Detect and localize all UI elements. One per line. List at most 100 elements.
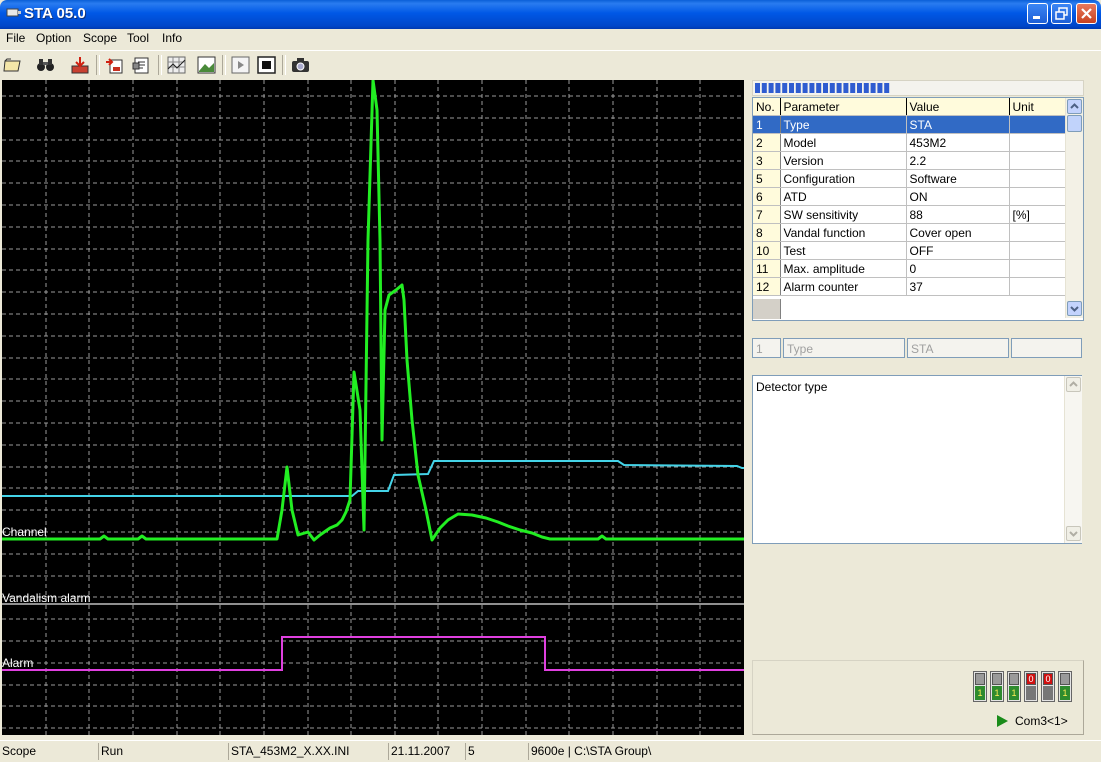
- edit-parameter-field[interactable]: Type: [783, 338, 905, 358]
- alarm-label: Alarm: [2, 656, 34, 670]
- dip-switch-top: [975, 673, 985, 685]
- cell-unit[interactable]: [1009, 133, 1066, 152]
- dip-switch[interactable]: 0: [1041, 671, 1055, 702]
- cell-value[interactable]: 453M2: [906, 133, 1010, 152]
- table-row[interactable]: 8 Vandal function Cover open: [753, 223, 1066, 242]
- upload-button[interactable]: [104, 54, 127, 76]
- description-scrollbar[interactable]: [1064, 376, 1082, 543]
- grid-scrollbar[interactable]: [1065, 98, 1083, 318]
- scroll-down-button[interactable]: [1067, 301, 1082, 316]
- stop-button[interactable]: [255, 54, 278, 76]
- cell-parameter[interactable]: Model: [780, 133, 907, 152]
- cell-parameter[interactable]: ATD: [780, 187, 907, 206]
- close-button[interactable]: [1076, 3, 1097, 24]
- play-button[interactable]: [229, 54, 252, 76]
- cell-unit[interactable]: [1009, 169, 1066, 188]
- table-row[interactable]: 10 Test OFF: [753, 241, 1066, 260]
- table-row[interactable]: 11 Max. amplitude 0: [753, 259, 1066, 278]
- edit-value-field[interactable]: STA: [907, 338, 1009, 358]
- cell-no[interactable]: 6: [753, 187, 781, 206]
- cell-value[interactable]: ON: [906, 187, 1010, 206]
- cell-unit[interactable]: [1009, 115, 1066, 134]
- com-port-label[interactable]: Com3<1>: [1015, 714, 1068, 728]
- grid-settings-button[interactable]: [165, 54, 188, 76]
- camera-button[interactable]: [289, 54, 312, 76]
- cell-no[interactable]: 11: [753, 259, 781, 278]
- menu-file[interactable]: File: [6, 31, 25, 45]
- column-header-value[interactable]: Value: [906, 98, 1010, 116]
- cell-parameter[interactable]: SW sensitivity: [780, 205, 907, 224]
- cell-unit[interactable]: [%]: [1009, 205, 1066, 224]
- cell-value[interactable]: Software: [906, 169, 1010, 188]
- cell-value[interactable]: 88: [906, 205, 1010, 224]
- cell-no[interactable]: 7: [753, 205, 781, 224]
- cell-parameter[interactable]: Configuration: [780, 169, 907, 188]
- desc-scroll-down-button[interactable]: [1066, 526, 1081, 541]
- cell-value[interactable]: 37: [906, 277, 1010, 296]
- cell-no[interactable]: 2: [753, 133, 781, 152]
- status-date: 21.11.2007: [388, 743, 465, 760]
- progress-block: [857, 83, 862, 93]
- table-row[interactable]: 3 Version 2.2: [753, 151, 1066, 170]
- scroll-up-button[interactable]: [1067, 99, 1082, 114]
- column-header-no[interactable]: No.: [753, 98, 781, 116]
- dip-switch[interactable]: 1: [990, 671, 1004, 702]
- find-button[interactable]: [34, 54, 57, 76]
- column-header-parameter[interactable]: Parameter: [780, 98, 907, 116]
- cell-no[interactable]: 5: [753, 169, 781, 188]
- cell-no[interactable]: 12: [753, 277, 781, 296]
- menu-option[interactable]: Option: [36, 31, 71, 45]
- table-row[interactable]: 2 Model 453M2: [753, 133, 1066, 152]
- open-button[interactable]: [2, 54, 25, 76]
- cell-parameter[interactable]: Max. amplitude: [780, 259, 907, 278]
- scope-display[interactable]: Channel Vandalism alarm Alarm: [2, 80, 744, 735]
- progress-block: [870, 83, 876, 93]
- dip-switch[interactable]: 0: [1024, 671, 1038, 702]
- cell-parameter[interactable]: Vandal function: [780, 223, 907, 242]
- cell-unit[interactable]: [1009, 259, 1066, 278]
- download-button[interactable]: [69, 54, 92, 76]
- cell-no[interactable]: 3: [753, 151, 781, 170]
- description-box[interactable]: Detector type: [752, 375, 1082, 544]
- minimize-button[interactable]: [1027, 3, 1048, 24]
- cell-value[interactable]: OFF: [906, 241, 1010, 260]
- dip-switch[interactable]: 1: [973, 671, 987, 702]
- table-row[interactable]: 6 ATD ON: [753, 187, 1066, 206]
- cell-parameter[interactable]: Version: [780, 151, 907, 170]
- cell-value[interactable]: 2.2: [906, 151, 1010, 170]
- scroll-thumb[interactable]: [1067, 115, 1082, 132]
- dip-switch[interactable]: 1: [1058, 671, 1072, 702]
- cell-parameter[interactable]: Type: [780, 115, 907, 134]
- cell-unit[interactable]: [1009, 241, 1066, 260]
- cell-value[interactable]: STA: [906, 115, 1010, 134]
- column-header-unit[interactable]: Unit: [1009, 98, 1066, 116]
- menu-tool[interactable]: Tool: [127, 31, 149, 45]
- cell-no[interactable]: 10: [753, 241, 781, 260]
- restore-button[interactable]: [1051, 3, 1072, 24]
- table-row[interactable]: 12 Alarm counter 37: [753, 277, 1066, 296]
- cell-unit[interactable]: [1009, 223, 1066, 242]
- toolbar-separator: [282, 55, 286, 75]
- cell-no[interactable]: 1: [753, 115, 781, 134]
- cell-parameter[interactable]: Alarm counter: [780, 277, 907, 296]
- edit-unit-field[interactable]: [1011, 338, 1082, 358]
- menu-info[interactable]: Info: [162, 31, 182, 45]
- edit-no-field[interactable]: 1: [752, 338, 781, 358]
- dip-switch[interactable]: 1: [1007, 671, 1021, 702]
- cell-unit[interactable]: [1009, 151, 1066, 170]
- cell-unit[interactable]: [1009, 187, 1066, 206]
- cell-value[interactable]: Cover open: [906, 223, 1010, 242]
- table-row[interactable]: 1 Type STA: [753, 115, 1066, 134]
- properties-button[interactable]: [131, 54, 154, 76]
- menu-scope[interactable]: Scope: [83, 31, 117, 45]
- table-row[interactable]: 5 Configuration Software: [753, 169, 1066, 188]
- progress-block: [809, 83, 815, 93]
- cell-value[interactable]: 0: [906, 259, 1010, 278]
- desc-scroll-up-button[interactable]: [1066, 377, 1081, 392]
- cell-no[interactable]: 8: [753, 223, 781, 242]
- parameter-grid[interactable]: No. Parameter Value Unit 1 Type STA 2 Model 4…: [752, 97, 1084, 321]
- cell-parameter[interactable]: Test: [780, 241, 907, 260]
- table-row[interactable]: 7 SW sensitivity 88 [%]: [753, 205, 1066, 224]
- image-button[interactable]: [195, 54, 218, 76]
- cell-unit[interactable]: [1009, 277, 1066, 296]
